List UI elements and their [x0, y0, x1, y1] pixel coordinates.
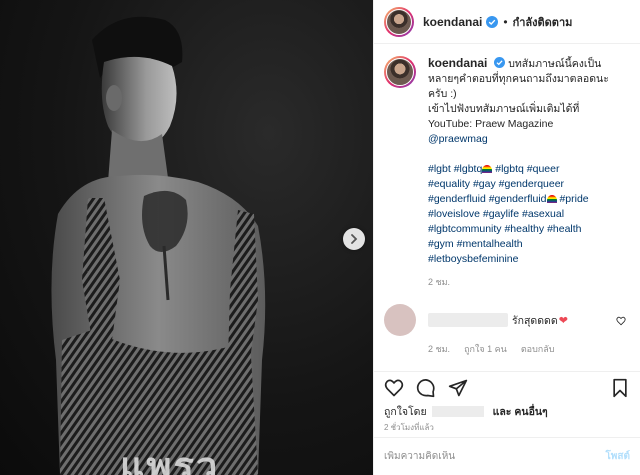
hashtag-link[interactable]: #lgbtq — [454, 163, 483, 175]
comment-timestamp: 2 ชม. — [428, 344, 451, 354]
action-bar — [374, 371, 640, 403]
magazine-watermark: แพรว — [120, 443, 220, 475]
hashtag-link[interactable]: #genderqueer — [499, 178, 564, 190]
hashtag-link[interactable]: #loveislove — [428, 208, 480, 220]
rainbow-flag-icon — [546, 195, 557, 203]
comment-like-count[interactable]: ถูกใจ 1 คน — [464, 342, 507, 356]
bookmark-icon[interactable] — [610, 378, 630, 398]
hashtag-link[interactable]: #gaylife — [483, 208, 519, 220]
separator-dot: • — [503, 14, 508, 29]
avatar[interactable] — [384, 6, 414, 37]
verified-badge-icon — [494, 57, 506, 68]
heart-icon[interactable] — [384, 378, 404, 398]
hashtag-link[interactable]: #healthy — [504, 223, 544, 235]
post-header: koendanai • กำลังติดตาม — [374, 0, 640, 44]
liked-by-label: ถูกใจโดย — [384, 405, 427, 418]
and-others-link[interactable]: และ คนอื่นๆ — [493, 403, 548, 420]
caption-timestamp: 2 ชม. — [428, 277, 451, 287]
portrait-illustration — [51, 16, 266, 475]
next-photo-button[interactable] — [343, 228, 365, 250]
caption-line-2: หลายๆคำตอบที่ทุกคนถามถึงมาตลอดนะ — [428, 73, 609, 85]
hashtag-link[interactable]: #genderfluid — [428, 193, 486, 205]
comment-text: รักสุดดดด — [512, 314, 558, 327]
reply-button[interactable]: ตอบกลับ — [521, 342, 555, 356]
hashtag-link[interactable]: #lgbtq — [495, 163, 524, 175]
heart-outline-icon[interactable] — [616, 316, 626, 326]
hashtag-link[interactable]: #lgbtcommunity — [428, 223, 502, 235]
post-photo[interactable]: แพรว — [0, 0, 373, 475]
red-heart-emoji: ❤ — [558, 314, 568, 327]
caption-comment: koendanai บทสัมภาษณ์นี้คงเป็น หลายๆคำตอบ… — [384, 56, 630, 290]
comment-input[interactable] — [384, 451, 606, 462]
hashtag-link[interactable]: #gym — [428, 238, 454, 250]
hashtag-link[interactable]: #genderfluid — [489, 193, 547, 205]
likes-summary: ถูกใจโดย และ คนอื่นๆ — [374, 403, 640, 419]
blurred-liker-name — [431, 405, 484, 417]
post-timestamp: 2 ชั่วโมงที่แล้ว — [384, 423, 434, 432]
caption-text: koendanai บทสัมภาษณ์นี้คงเป็น หลายๆคำตอบ… — [428, 56, 628, 290]
instagram-post: แพรว koendanai • กำลังติดตาม koendanai บ… — [0, 0, 640, 475]
verified-badge-icon — [486, 15, 499, 28]
comment-row: รักสุดดดด ❤ — [384, 304, 630, 336]
caption-username[interactable]: koendanai — [428, 56, 487, 70]
hashtag-link[interactable]: #pride — [559, 193, 588, 205]
post-side-panel: koendanai • กำลังติดตาม koendanai บทสัมภ… — [373, 0, 640, 475]
caption-line-4: เข้าไปฟังบทสัมภาษณ์เพิ่มเติมได้ที่ — [428, 103, 580, 115]
hashtag-link[interactable]: #lgbt — [428, 163, 451, 175]
hashtag-link[interactable]: #letboysbefeminine — [428, 253, 518, 265]
hashtag-link[interactable]: #equality — [428, 178, 470, 190]
hashtag-link[interactable]: #health — [547, 223, 581, 235]
caption-line-5: YouTube: Praew Magazine — [428, 118, 554, 130]
following-button[interactable]: กำลังติดตาม — [513, 13, 573, 31]
hashtag-link[interactable]: #mentalhealth — [457, 238, 523, 250]
hashtag-link[interactable]: #asexual — [522, 208, 564, 220]
comments-list[interactable]: koendanai บทสัมภาษณ์นี้คงเป็น หลายๆคำตอบ… — [374, 44, 640, 371]
hashtag-link[interactable]: #queer — [527, 163, 560, 175]
rainbow-flag-icon — [482, 165, 493, 173]
comment-meta: 2 ชม. ถูกใจ 1 คน ตอบกลับ — [428, 342, 630, 356]
caption-line-1: บทสัมภาษณ์นี้คงเป็น — [508, 58, 602, 70]
share-icon[interactable] — [448, 378, 468, 398]
hashtag-link[interactable]: #gay — [473, 178, 496, 190]
blurred-username — [428, 313, 508, 327]
comment-icon[interactable] — [416, 378, 436, 398]
mention-link[interactable]: @praewmag — [428, 133, 488, 145]
chevron-right-icon — [351, 234, 358, 244]
commenter-avatar[interactable] — [384, 304, 416, 336]
add-comment-bar: โพสต์ — [374, 437, 640, 475]
caption-avatar[interactable] — [384, 56, 416, 88]
header-username[interactable]: koendanai — [423, 15, 482, 29]
caption-line-3: ครับ :) — [428, 88, 457, 100]
post-comment-button[interactable]: โพสต์ — [605, 449, 630, 464]
